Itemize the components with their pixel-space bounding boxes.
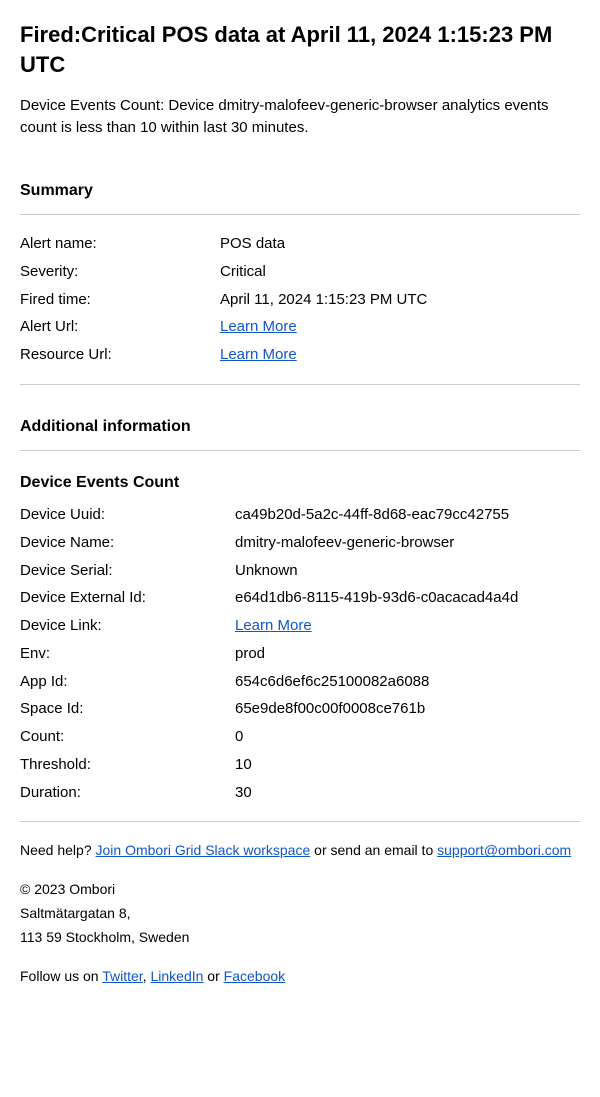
label-space-id: Space Id: [20,698,235,720]
additional-heading: Additional information [20,415,580,438]
footer-help: Need help? Join Ombori Grid Slack worksp… [20,840,580,860]
info-row-space-id: Space Id: 65e9de8f00c00f0008ce761b [20,698,580,720]
link-linkedin[interactable]: LinkedIn [150,968,203,984]
link-device-link[interactable]: Learn More [235,617,312,634]
info-row-app-id: App Id: 654c6d6ef6c25100082a6088 [20,671,580,693]
divider [20,821,580,822]
footer-address-2: 113 59 Stockholm, Sweden [20,927,580,947]
value-env: prod [235,643,580,665]
link-facebook[interactable]: Facebook [224,968,285,984]
value-app-id: 654c6d6ef6c25100082a6088 [235,671,580,693]
value-alert-name: POS data [220,233,580,255]
value-count: 0 [235,726,580,748]
label-device-uuid: Device Uuid: [20,504,235,526]
link-resource-url[interactable]: Learn More [220,346,297,363]
label-severity: Severity: [20,261,220,283]
info-row-device-external-id: Device External Id: e64d1db6-8115-419b-9… [20,587,580,609]
footer-sep-2: or [203,968,223,984]
label-device-serial: Device Serial: [20,560,235,582]
info-row-device-name: Device Name: dmitry-malofeev-generic-bro… [20,532,580,554]
footer-help-mid: or send an email to [310,842,437,858]
link-twitter[interactable]: Twitter [102,968,142,984]
label-fired-time: Fired time: [20,289,220,311]
label-count: Count: [20,726,235,748]
link-support-email[interactable]: support@ombori.com [437,842,571,858]
label-resource-url: Resource Url: [20,344,220,366]
summary-row-alert-name: Alert name: POS data [20,233,580,255]
label-threshold: Threshold: [20,754,235,776]
label-device-link: Device Link: [20,615,235,637]
value-threshold: 10 [235,754,580,776]
footer-follow: Follow us on Twitter, LinkedIn or Facebo… [20,966,580,986]
footer-follow-prefix: Follow us on [20,968,102,984]
label-alert-url: Alert Url: [20,316,220,338]
info-row-duration: Duration: 30 [20,782,580,804]
footer-address-1: Saltmätargatan 8, [20,903,580,923]
divider [20,384,580,385]
summary-row-alert-url: Alert Url: Learn More [20,316,580,338]
info-row-device-uuid: Device Uuid: ca49b20d-5a2c-44ff-8d68-eac… [20,504,580,526]
additional-subheading: Device Events Count [20,471,580,494]
label-alert-name: Alert name: [20,233,220,255]
value-fired-time: April 11, 2024 1:15:23 PM UTC [220,289,580,311]
alert-description: Device Events Count: Device dmitry-malof… [20,95,580,139]
link-alert-url[interactable]: Learn More [220,318,297,335]
info-row-device-serial: Device Serial: Unknown [20,560,580,582]
label-device-external-id: Device External Id: [20,587,235,609]
value-space-id: 65e9de8f00c00f0008ce761b [235,698,580,720]
page-title: Fired:Critical POS data at April 11, 202… [20,20,580,79]
label-device-name: Device Name: [20,532,235,554]
divider [20,450,580,451]
value-device-external-id: e64d1db6-8115-419b-93d6-c0acacad4a4d [235,587,580,609]
footer-help-prefix: Need help? [20,842,96,858]
label-env: Env: [20,643,235,665]
info-row-count: Count: 0 [20,726,580,748]
divider [20,214,580,215]
info-row-threshold: Threshold: 10 [20,754,580,776]
footer: Need help? Join Ombori Grid Slack worksp… [20,840,580,985]
value-device-uuid: ca49b20d-5a2c-44ff-8d68-eac79cc42755 [235,504,580,526]
value-device-name: dmitry-malofeev-generic-browser [235,532,580,554]
info-row-device-link: Device Link: Learn More [20,615,580,637]
value-device-serial: Unknown [235,560,580,582]
info-row-env: Env: prod [20,643,580,665]
value-severity: Critical [220,261,580,283]
summary-heading: Summary [20,179,580,202]
summary-row-resource-url: Resource Url: Learn More [20,344,580,366]
value-duration: 30 [235,782,580,804]
footer-copyright: © 2023 Ombori [20,879,580,899]
label-app-id: App Id: [20,671,235,693]
summary-row-fired-time: Fired time: April 11, 2024 1:15:23 PM UT… [20,289,580,311]
link-join-slack[interactable]: Join Ombori Grid Slack workspace [96,842,311,858]
label-duration: Duration: [20,782,235,804]
summary-row-severity: Severity: Critical [20,261,580,283]
